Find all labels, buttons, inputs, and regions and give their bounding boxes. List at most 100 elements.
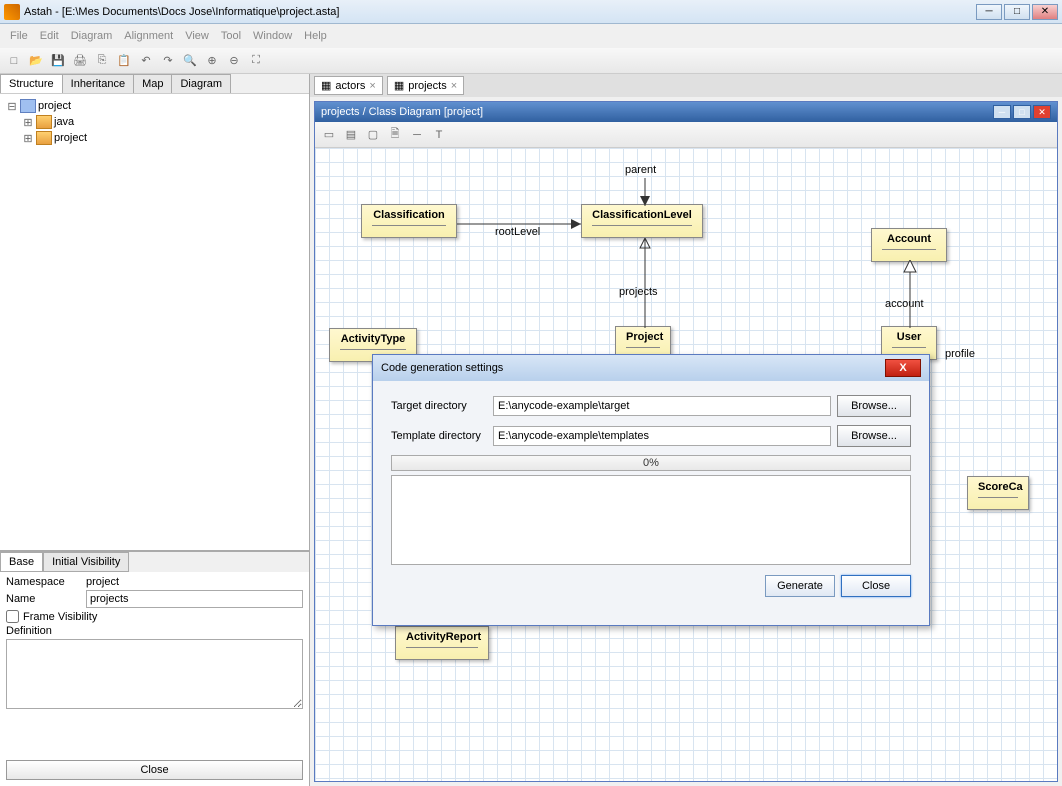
- project-icon: [20, 99, 36, 113]
- menu-view[interactable]: View: [179, 28, 215, 44]
- menu-tool[interactable]: Tool: [215, 28, 247, 44]
- tab-initial-visibility[interactable]: Initial Visibility: [43, 552, 129, 572]
- menu-file[interactable]: File: [4, 28, 34, 44]
- close-tab-icon[interactable]: ×: [451, 80, 457, 92]
- target-dir-input[interactable]: [493, 396, 831, 416]
- project-tree[interactable]: ⊟ project ⊞ java ⊞ project: [0, 94, 309, 551]
- menu-edit[interactable]: Edit: [34, 28, 65, 44]
- tab-label: actors: [335, 80, 365, 92]
- diagram-icon: ▦: [321, 79, 331, 92]
- tree-label: java: [54, 116, 74, 128]
- tree-item-project[interactable]: ⊞ project: [6, 130, 303, 146]
- class-account[interactable]: Account: [871, 228, 947, 262]
- frame-visibility-label: Frame Visibility: [23, 611, 97, 623]
- expand-icon[interactable]: ⊞: [22, 116, 34, 129]
- fit-icon[interactable]: ⛶: [246, 51, 266, 71]
- diagram-title: projects / Class Diagram [project]: [321, 106, 483, 118]
- main-toolbar: □ 📂 💾 🖨 ⎘ 📋 ↶ ↷ 🔍 ⊕ ⊖ ⛶: [0, 48, 1062, 74]
- tab-structure[interactable]: Structure: [0, 74, 63, 93]
- paste-icon[interactable]: 📋: [114, 51, 134, 71]
- properties-panel: Base Initial Visibility Namespace projec…: [0, 551, 309, 786]
- tree-root[interactable]: ⊟ project: [6, 98, 303, 114]
- package-icon: [36, 115, 52, 129]
- browse-template-button[interactable]: Browse...: [837, 425, 911, 447]
- window-title: Astah - [E:\Mes Documents\Docs Jose\Info…: [24, 6, 976, 18]
- diagram-max-button[interactable]: □: [1013, 105, 1031, 119]
- close-tab-icon[interactable]: ×: [369, 80, 375, 92]
- diagram-min-button[interactable]: ─: [993, 105, 1011, 119]
- menu-diagram[interactable]: Diagram: [65, 28, 119, 44]
- maximize-button[interactable]: □: [1004, 4, 1030, 20]
- assoc-label-account: account: [885, 298, 924, 310]
- new-icon[interactable]: □: [4, 51, 24, 71]
- diagram-close-button[interactable]: ✕: [1033, 105, 1051, 119]
- name-input[interactable]: [86, 590, 303, 608]
- dialog-title: Code generation settings: [381, 362, 503, 374]
- open-icon[interactable]: 📂: [26, 51, 46, 71]
- browse-target-button[interactable]: Browse...: [837, 395, 911, 417]
- class-classification-level[interactable]: ClassificationLevel: [581, 204, 703, 238]
- print-icon[interactable]: 🖨: [70, 51, 90, 71]
- panel-close-button[interactable]: Close: [6, 760, 303, 780]
- progress-text: 0%: [643, 457, 659, 469]
- doc-tab-actors[interactable]: ▦ actors ×: [314, 76, 383, 95]
- definition-label: Definition: [6, 625, 86, 637]
- close-button[interactable]: ✕: [1032, 4, 1058, 20]
- tree-label: project: [54, 132, 87, 144]
- template-dir-label: Template directory: [391, 430, 487, 442]
- text-tool-icon[interactable]: T: [429, 125, 449, 145]
- tab-label: projects: [408, 80, 447, 92]
- tab-base[interactable]: Base: [0, 552, 43, 572]
- definition-textarea[interactable]: [6, 639, 303, 709]
- zoom-icon[interactable]: 🔍: [180, 51, 200, 71]
- menu-bar: File Edit Diagram Alignment View Tool Wi…: [0, 24, 1062, 48]
- class-name: ClassificationLevel: [592, 209, 692, 221]
- assoc-label-rootlevel: rootLevel: [495, 226, 540, 238]
- redo-icon[interactable]: ↷: [158, 51, 178, 71]
- class-name: ActivityType: [341, 333, 406, 345]
- undo-icon[interactable]: ↶: [136, 51, 156, 71]
- target-dir-label: Target directory: [391, 400, 487, 412]
- menu-window[interactable]: Window: [247, 28, 298, 44]
- tree-item-java[interactable]: ⊞ java: [6, 114, 303, 130]
- menu-help[interactable]: Help: [298, 28, 333, 44]
- collapse-icon[interactable]: ⊟: [6, 100, 18, 113]
- package-icon: [36, 131, 52, 145]
- minimize-button[interactable]: ─: [976, 4, 1002, 20]
- close-button[interactable]: Close: [841, 575, 911, 597]
- progress-bar: 0%: [391, 455, 911, 471]
- name-label: Name: [6, 593, 86, 605]
- save-icon[interactable]: 💾: [48, 51, 68, 71]
- zoom-out-icon[interactable]: ⊖: [224, 51, 244, 71]
- note-tool-icon[interactable]: 🗎: [385, 125, 405, 145]
- namespace-label: Namespace: [6, 576, 86, 588]
- select-tool-icon[interactable]: ▭: [319, 125, 339, 145]
- class-score-card[interactable]: ScoreCa: [967, 476, 1029, 510]
- drawing-toolbar: ▭ ▤ ▢ 🗎 ─ T: [315, 122, 1057, 148]
- tab-inheritance[interactable]: Inheritance: [62, 74, 134, 93]
- tab-map[interactable]: Map: [133, 74, 172, 93]
- class-name: Project: [626, 331, 663, 343]
- tree-label: project: [38, 100, 71, 112]
- copy-icon[interactable]: ⎘: [92, 51, 112, 71]
- class-activity-report[interactable]: ActivityReport: [395, 626, 489, 660]
- expand-icon[interactable]: ⊞: [22, 132, 34, 145]
- namespace-value: project: [86, 576, 119, 588]
- menu-alignment[interactable]: Alignment: [118, 28, 179, 44]
- assoc-tool-icon[interactable]: ─: [407, 125, 427, 145]
- class-name: Account: [887, 233, 931, 245]
- generate-button[interactable]: Generate: [765, 575, 835, 597]
- zoom-in-icon[interactable]: ⊕: [202, 51, 222, 71]
- dialog-close-button[interactable]: X: [885, 359, 921, 377]
- class-tool-icon[interactable]: ▤: [341, 125, 361, 145]
- assoc-label-profile: profile: [945, 348, 975, 360]
- frame-visibility-checkbox[interactable]: [6, 610, 19, 623]
- class-name: Classification: [373, 209, 445, 221]
- package-tool-icon[interactable]: ▢: [363, 125, 383, 145]
- class-classification[interactable]: Classification: [361, 204, 457, 238]
- tab-diagram[interactable]: Diagram: [171, 74, 231, 93]
- assoc-label-parent: parent: [625, 164, 656, 176]
- doc-tab-projects[interactable]: ▦ projects ×: [387, 76, 464, 95]
- title-bar: Astah - [E:\Mes Documents\Docs Jose\Info…: [0, 0, 1062, 24]
- template-dir-input[interactable]: [493, 426, 831, 446]
